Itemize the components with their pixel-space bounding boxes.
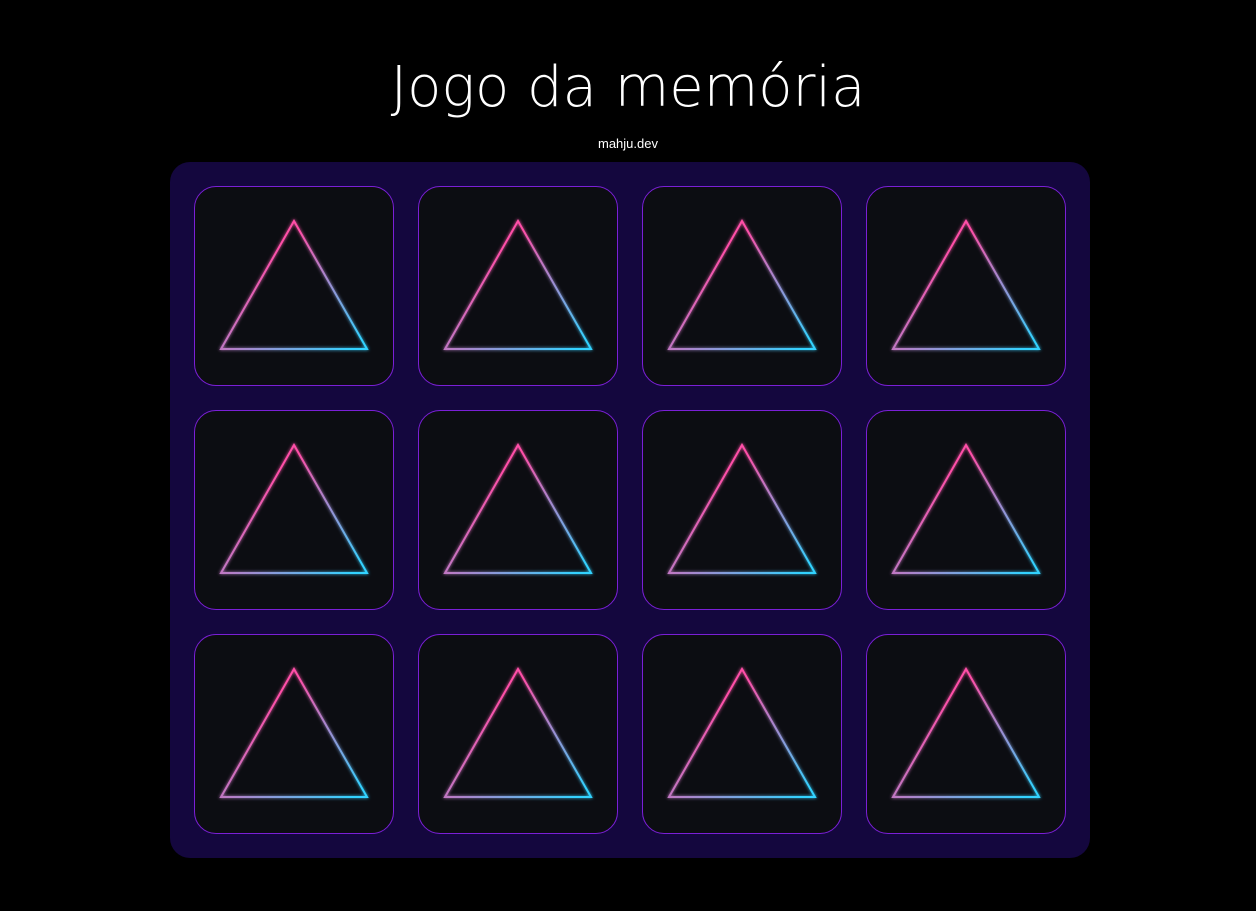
memory-card[interactable]: [642, 634, 842, 834]
triangle-icon: [219, 218, 369, 350]
triangle-icon: [219, 442, 369, 574]
triangle-icon: [667, 442, 817, 574]
triangle-icon: [891, 218, 1041, 350]
page-title: Jogo da memória: [390, 55, 866, 120]
memory-card[interactable]: [642, 186, 842, 386]
memory-card[interactable]: [194, 410, 394, 610]
memory-card[interactable]: [194, 186, 394, 386]
game-board: [170, 162, 1090, 858]
triangle-shape: [219, 666, 369, 798]
memory-card[interactable]: [866, 186, 1066, 386]
triangle-shape: [219, 442, 369, 574]
card-grid: [194, 186, 1066, 834]
triangle-icon: [667, 666, 817, 798]
triangle-icon: [443, 666, 593, 798]
triangle-shape: [891, 218, 1041, 350]
triangle-icon: [891, 666, 1041, 798]
triangle-shape: [891, 666, 1041, 798]
memory-card[interactable]: [866, 634, 1066, 834]
triangle-shape: [443, 218, 593, 350]
triangle-shape: [667, 218, 817, 350]
memory-card[interactable]: [418, 186, 618, 386]
triangle-icon: [219, 666, 369, 798]
triangle-shape: [219, 218, 369, 350]
memory-card[interactable]: [194, 634, 394, 834]
triangle-icon: [443, 442, 593, 574]
memory-card[interactable]: [642, 410, 842, 610]
triangle-icon: [667, 218, 817, 350]
memory-card[interactable]: [418, 410, 618, 610]
triangle-icon: [891, 442, 1041, 574]
memory-card[interactable]: [866, 410, 1066, 610]
triangle-shape: [667, 442, 817, 574]
triangle-shape: [667, 666, 817, 798]
triangle-shape: [443, 442, 593, 574]
triangle-shape: [443, 666, 593, 798]
triangle-icon: [443, 218, 593, 350]
author-credit: mahju.dev: [598, 136, 658, 151]
memory-card[interactable]: [418, 634, 618, 834]
triangle-shape: [891, 442, 1041, 574]
